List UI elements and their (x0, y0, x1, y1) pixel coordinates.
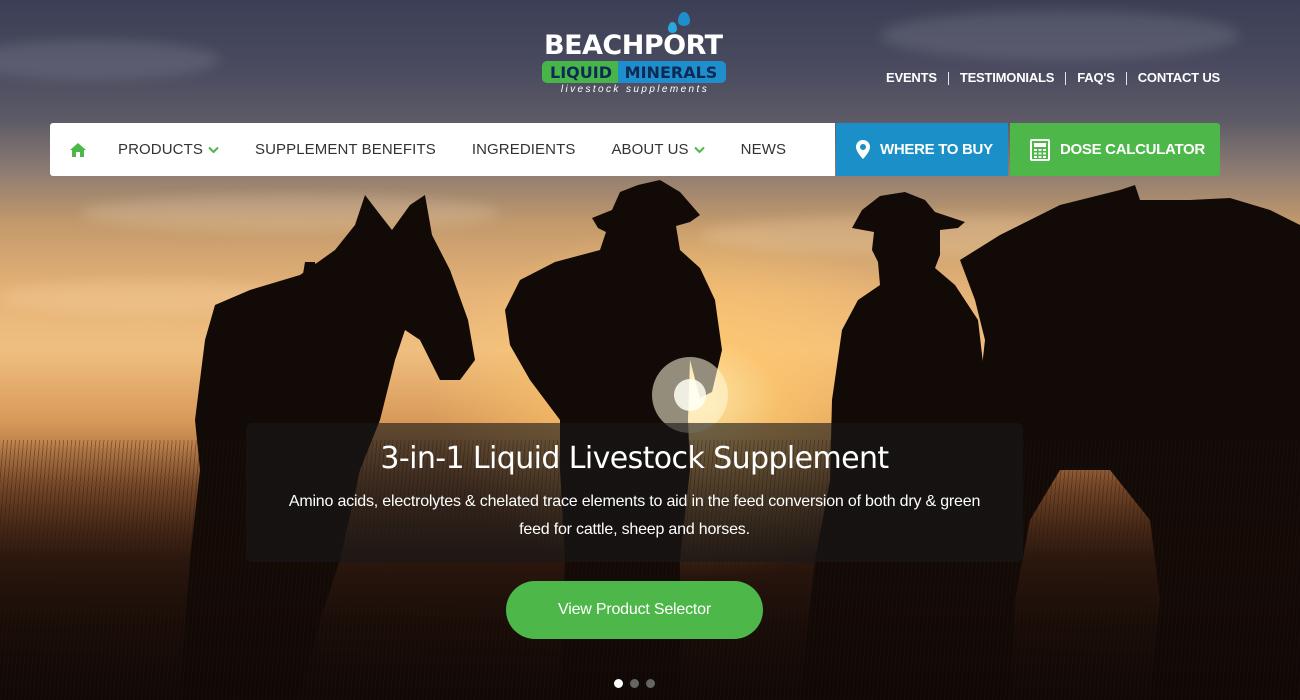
hero-title: 3-in-1 Liquid Livestock Supplement (380, 441, 889, 476)
chevron-down-icon (208, 146, 219, 154)
nav-item-products[interactable]: PRODUCTS (106, 123, 237, 176)
top-link-events[interactable]: EVENTS (875, 71, 948, 85)
nav-item-news[interactable]: NEWS (723, 123, 804, 176)
hero-caption: 3-in-1 Liquid Livestock Supplement Amino… (246, 423, 1023, 562)
logo-minerals: MINERALS (617, 61, 726, 83)
hero-description: Amino acids, electrolytes & chelated tra… (288, 493, 981, 538)
nav-item-label: PRODUCTS (118, 141, 203, 158)
nav-item-ingredients[interactable]: INGREDIENTS (454, 123, 594, 176)
where-to-buy-label: WHERE TO BUY (880, 141, 993, 158)
slider-dot-2[interactable] (630, 679, 639, 688)
logo-subtitle-bar: LIQUID MINERALS (542, 61, 726, 83)
nav-menu: PRODUCTS SUPPLEMENT BENEFITS INGREDIENTS… (50, 123, 835, 176)
nav-item-label: ABOUT US (611, 141, 689, 158)
top-links: EVENTS TESTIMONIALS FAQ'S CONTACT US (875, 71, 1220, 85)
view-product-selector-button[interactable]: View Product Selector (506, 581, 763, 639)
logo-tagline: livestock supplements (560, 84, 710, 95)
slider-dots (614, 679, 655, 688)
dose-calculator-label: DOSE CALCULATOR (1060, 141, 1205, 158)
home-link[interactable] (50, 123, 106, 176)
nav-item-label: INGREDIENTS (471, 141, 576, 158)
chevron-down-icon (693, 146, 705, 154)
home-icon (70, 142, 86, 157)
where-to-buy-button[interactable]: WHERE TO BUY (836, 123, 1008, 176)
main-nav: PRODUCTS SUPPLEMENT BENEFITS INGREDIENTS… (50, 123, 1220, 176)
calculator-icon (1030, 138, 1050, 161)
slider-dot-3[interactable] (646, 679, 655, 688)
map-pin-icon (856, 140, 870, 159)
top-link-testimonials[interactable]: TESTIMONIALS (949, 71, 1065, 85)
brand-logo[interactable]: BEACHPORT LIQUID MINERALS livestock supp… (540, 8, 730, 95)
nav-item-supplement-benefits[interactable]: SUPPLEMENT BENEFITS (237, 123, 454, 176)
nav-item-label: SUPPLEMENT BENEFITS (254, 141, 436, 158)
nav-item-label: NEWS (740, 141, 787, 158)
water-drop-icon (678, 12, 690, 26)
nav-item-about-us[interactable]: ABOUT US (593, 123, 722, 176)
slider-dot-1[interactable] (614, 679, 623, 688)
top-link-contact-us[interactable]: CONTACT US (1127, 71, 1220, 85)
logo-liquid: LIQUID (542, 61, 618, 83)
logo-wordmark: BEACHPORT (544, 30, 723, 61)
dose-calculator-button[interactable]: DOSE CALCULATOR (1010, 123, 1220, 176)
top-link-faqs[interactable]: FAQ'S (1066, 71, 1126, 85)
